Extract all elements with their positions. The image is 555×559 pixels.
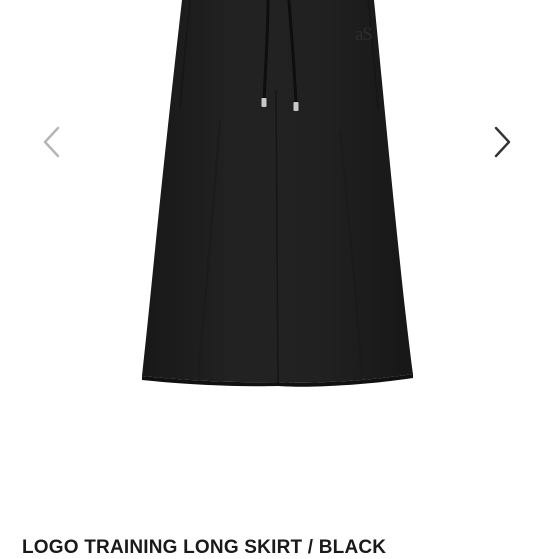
chevron-left-icon bbox=[43, 126, 60, 158]
product-title: LOGO TRAINING LONG SKIRT / BLACK bbox=[22, 537, 387, 558]
next-image-button[interactable] bbox=[481, 118, 525, 166]
chevron-right-icon bbox=[494, 126, 511, 158]
embroidered-logo: aS bbox=[355, 24, 373, 45]
previous-image-button[interactable] bbox=[29, 118, 73, 166]
product-image-gallery[interactable]: aS bbox=[0, 0, 555, 520]
product-image bbox=[142, 0, 413, 387]
